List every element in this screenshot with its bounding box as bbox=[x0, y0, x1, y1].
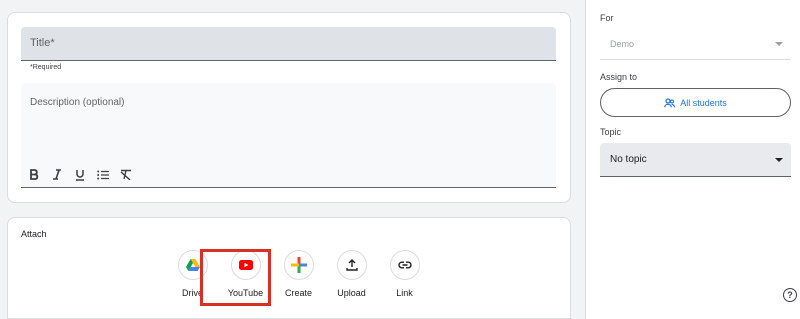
for-label: For bbox=[600, 13, 614, 23]
topic-label: Topic bbox=[600, 127, 622, 137]
italic-icon[interactable] bbox=[50, 168, 63, 181]
attach-upload-label: Upload bbox=[337, 288, 366, 298]
description-field[interactable]: Description (optional) bbox=[21, 83, 556, 188]
format-toolbar bbox=[27, 168, 132, 181]
help-icon[interactable]: ? bbox=[783, 288, 797, 302]
people-icon bbox=[664, 97, 676, 107]
bulleted-list-icon[interactable] bbox=[96, 168, 109, 181]
chevron-down-icon bbox=[775, 158, 783, 162]
required-note: *Required bbox=[30, 64, 62, 71]
topic-select[interactable]: No topic bbox=[600, 143, 791, 177]
chevron-down-icon bbox=[775, 42, 783, 46]
attach-card: Attach Drive YouTube Create Upload Link bbox=[7, 217, 571, 319]
clear-formatting-icon[interactable] bbox=[119, 168, 132, 181]
bold-icon[interactable] bbox=[27, 168, 40, 181]
assign-label: Assign to bbox=[600, 72, 638, 82]
title-placeholder: Title* bbox=[30, 37, 55, 49]
description-placeholder: Description (optional) bbox=[30, 97, 125, 108]
attach-create-label: Create bbox=[284, 288, 312, 298]
for-class-value: Demo bbox=[610, 39, 635, 49]
for-class-select[interactable]: Demo bbox=[600, 28, 791, 60]
title-field[interactable]: Title* bbox=[21, 27, 556, 61]
attach-label: Attach bbox=[21, 229, 47, 239]
attach-upload[interactable]: Upload bbox=[325, 250, 378, 298]
attach-create[interactable]: Create bbox=[272, 250, 325, 298]
youtube-highlight-box bbox=[200, 249, 271, 306]
assign-button-label: All students bbox=[680, 97, 727, 108]
main-area: Title* *Required Description (optional) bbox=[0, 0, 585, 319]
topic-value: No topic bbox=[610, 154, 647, 165]
upload-icon[interactable] bbox=[336, 250, 367, 280]
side-panel: For Demo Assign to All students Topic No… bbox=[585, 0, 800, 319]
underline-icon[interactable] bbox=[73, 168, 86, 181]
assign-students-button[interactable]: All students bbox=[600, 88, 791, 117]
link-icon[interactable] bbox=[389, 250, 420, 280]
details-card: Title* *Required Description (optional) bbox=[7, 12, 571, 203]
attach-link[interactable]: Link bbox=[378, 250, 431, 298]
plus-icon[interactable] bbox=[283, 250, 314, 280]
attach-link-label: Link bbox=[396, 288, 413, 298]
